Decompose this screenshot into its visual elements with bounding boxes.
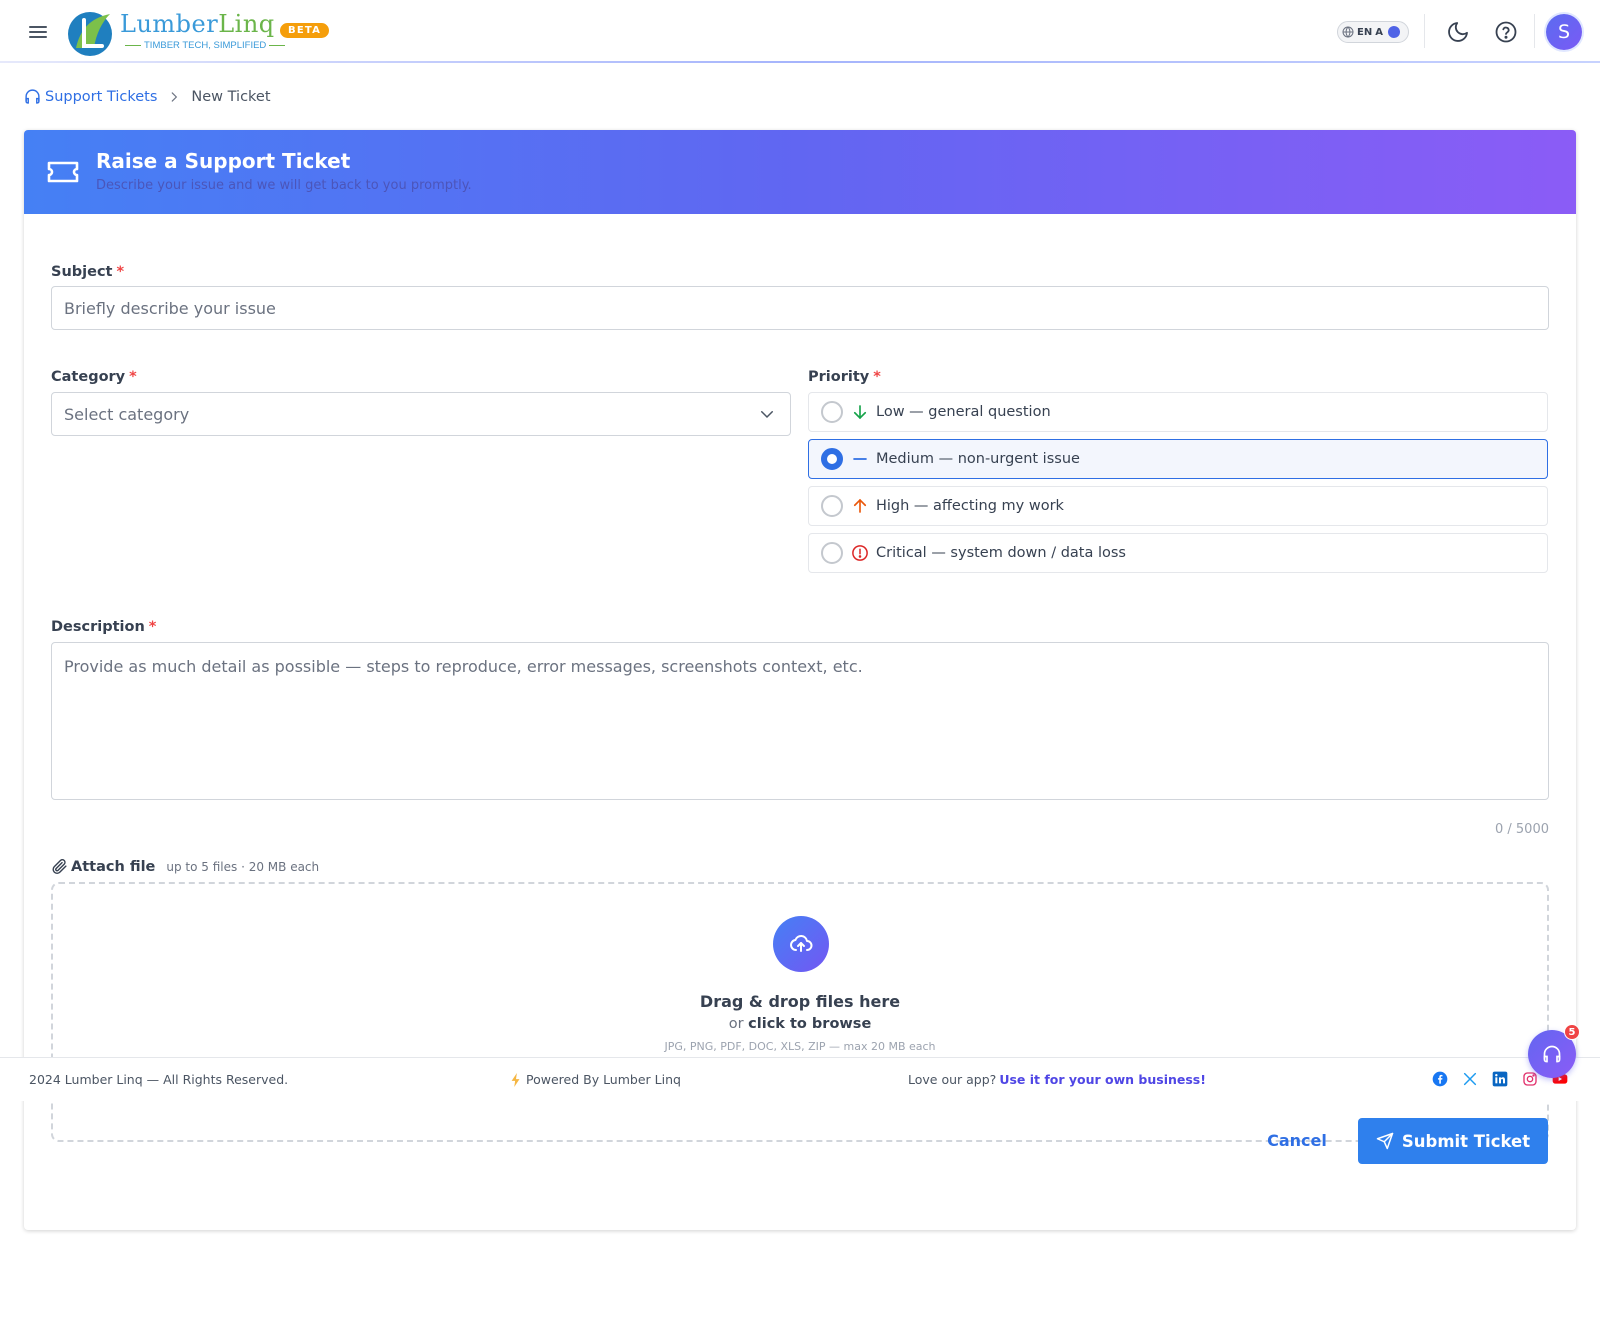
card-title: Raise a Support Ticket [96, 149, 351, 173]
logo-wordmark: LumberLinq [120, 10, 275, 38]
category-select[interactable]: Select category [51, 392, 791, 436]
x-icon[interactable] [1462, 1071, 1478, 1087]
globe-icon [1342, 26, 1354, 38]
card-header: Raise a Support Ticket Describe your iss… [24, 130, 1576, 214]
priority-label-text: Priority [808, 369, 870, 385]
help-icon[interactable] [1494, 20, 1518, 44]
priority-option-critical[interactable]: Critical — system down / data loss [808, 533, 1548, 573]
attach-hint: up to 5 files · 20 MB each [166, 859, 320, 874]
logo-mark-icon [68, 12, 112, 56]
radio-button[interactable] [821, 401, 843, 423]
beta-badge: BETA [280, 23, 330, 38]
dash-icon [853, 458, 867, 460]
card-subtitle: Describe your issue and we will get back… [96, 178, 472, 193]
logo-tagline: TIMBER TECH, SIMPLIFIED [122, 40, 288, 51]
dropzone-subtitle: or click to browse [53, 1016, 1547, 1032]
alert-circle-icon [852, 545, 868, 561]
footer-love-text: Love our app? [908, 1072, 997, 1087]
priority-option-label: Critical — system down / data loss [876, 545, 1126, 561]
footer-powered-text: Powered By Lumber Linq [526, 1072, 681, 1087]
priority-label: Priority * [808, 369, 881, 385]
character-counter: 0 / 5000 [1495, 822, 1549, 837]
dropzone-title: Drag & drop files here [699, 992, 901, 1011]
attach-header: Attach file up to 5 files · 20 MB each [51, 858, 319, 875]
page-footer: 2024 Lumber Linq — All Rights Reserved. … [0, 1057, 1600, 1101]
top-header: LumberLinq TIMBER TECH, SIMPLIFIED BETA … [0, 0, 1600, 63]
footer-copyright: 2024 Lumber Linq — All Rights Reserved. [29, 1072, 289, 1087]
upload-button[interactable] [773, 916, 829, 972]
cancel-button[interactable]: Cancel [1250, 1118, 1344, 1162]
priority-option-medium[interactable]: Medium — non-urgent issue [808, 439, 1548, 479]
breadcrumb-parent-label: Support Tickets [45, 88, 158, 105]
logo-tagline-text: TIMBER TECH, SIMPLIFIED [144, 40, 267, 51]
priority-option-label: Medium — non-urgent issue [876, 451, 1080, 467]
notification-badge: 5 [1564, 1024, 1580, 1040]
ticket-icon [47, 161, 79, 183]
description-label: Description * [51, 619, 156, 635]
priority-option-label: Low — general question [876, 404, 1051, 420]
linkedin-icon[interactable] [1492, 1071, 1508, 1087]
file-dropzone[interactable]: Drag & drop files here or click to brows… [51, 882, 1549, 1142]
submit-label: Submit Ticket [1401, 1131, 1531, 1151]
breadcrumb-support-tickets[interactable]: Support Tickets [24, 88, 157, 105]
language-alt: A [1375, 26, 1383, 38]
category-selected-value: Select category [64, 404, 190, 424]
moon-icon[interactable] [1446, 20, 1470, 44]
required-mark: * [129, 369, 137, 385]
radio-button[interactable] [821, 542, 843, 564]
logo-word-1: Lumber [120, 10, 219, 38]
category-label-text: Category [51, 369, 126, 385]
arrow-up-icon [853, 498, 867, 513]
send-icon [1376, 1132, 1394, 1150]
footer-powered: Powered By Lumber Linq [510, 1072, 681, 1087]
footer-promo-link[interactable]: Use it for your own business! [999, 1072, 1206, 1087]
logo-word-2: Linq [218, 10, 275, 38]
subject-label: Subject * [51, 264, 124, 280]
lightning-icon [511, 1072, 520, 1087]
subject-label-text: Subject [51, 264, 113, 280]
priority-option-low[interactable]: Low — general question [808, 392, 1548, 432]
required-mark: * [148, 619, 157, 635]
chevron-down-icon [761, 411, 773, 419]
radio-button-selected[interactable] [821, 448, 843, 470]
dropzone-file-types: JPG, PNG, PDF, DOC, XLS, ZIP — max 20 MB… [664, 1040, 936, 1053]
language-code: EN [1357, 26, 1373, 38]
header-divider [1424, 14, 1425, 48]
app-logo[interactable]: LumberLinq TIMBER TECH, SIMPLIFIED [66, 6, 286, 58]
paperclip-icon [52, 859, 67, 875]
priority-option-label: High — affecting my work [876, 498, 1064, 514]
footer-promo: Love our app? Use it for your own busines… [908, 1072, 1206, 1087]
arrow-down-icon [853, 405, 867, 420]
toggle-knob [1387, 26, 1400, 38]
breadcrumb-current: New Ticket [191, 88, 271, 105]
priority-option-high[interactable]: High — affecting my work [808, 486, 1548, 526]
description-label-text: Description [51, 619, 145, 635]
instagram-icon[interactable] [1522, 1071, 1538, 1087]
submit-ticket-button[interactable]: Submit Ticket [1358, 1118, 1548, 1164]
radio-button[interactable] [821, 495, 843, 517]
attach-title: Attach file [71, 858, 156, 875]
required-mark: * [873, 369, 881, 385]
cloud-upload-icon [790, 934, 813, 952]
header-divider [1534, 14, 1535, 48]
user-avatar[interactable]: S [1546, 14, 1582, 50]
required-mark: * [116, 264, 125, 280]
menu-icon[interactable] [26, 20, 50, 44]
chevron-right-icon [172, 91, 178, 102]
breadcrumb: Support Tickets New Ticket [24, 88, 271, 105]
category-label: Category * [51, 369, 137, 385]
headset-icon [25, 89, 40, 104]
subject-input[interactable] [51, 286, 1549, 330]
dropzone-or: or [728, 1016, 744, 1032]
description-textarea[interactable] [51, 642, 1549, 800]
facebook-icon[interactable] [1432, 1071, 1448, 1087]
language-toggle[interactable]: EN A [1337, 21, 1409, 43]
browse-link[interactable]: click to browse [748, 1016, 871, 1032]
headset-icon [1543, 1045, 1561, 1063]
